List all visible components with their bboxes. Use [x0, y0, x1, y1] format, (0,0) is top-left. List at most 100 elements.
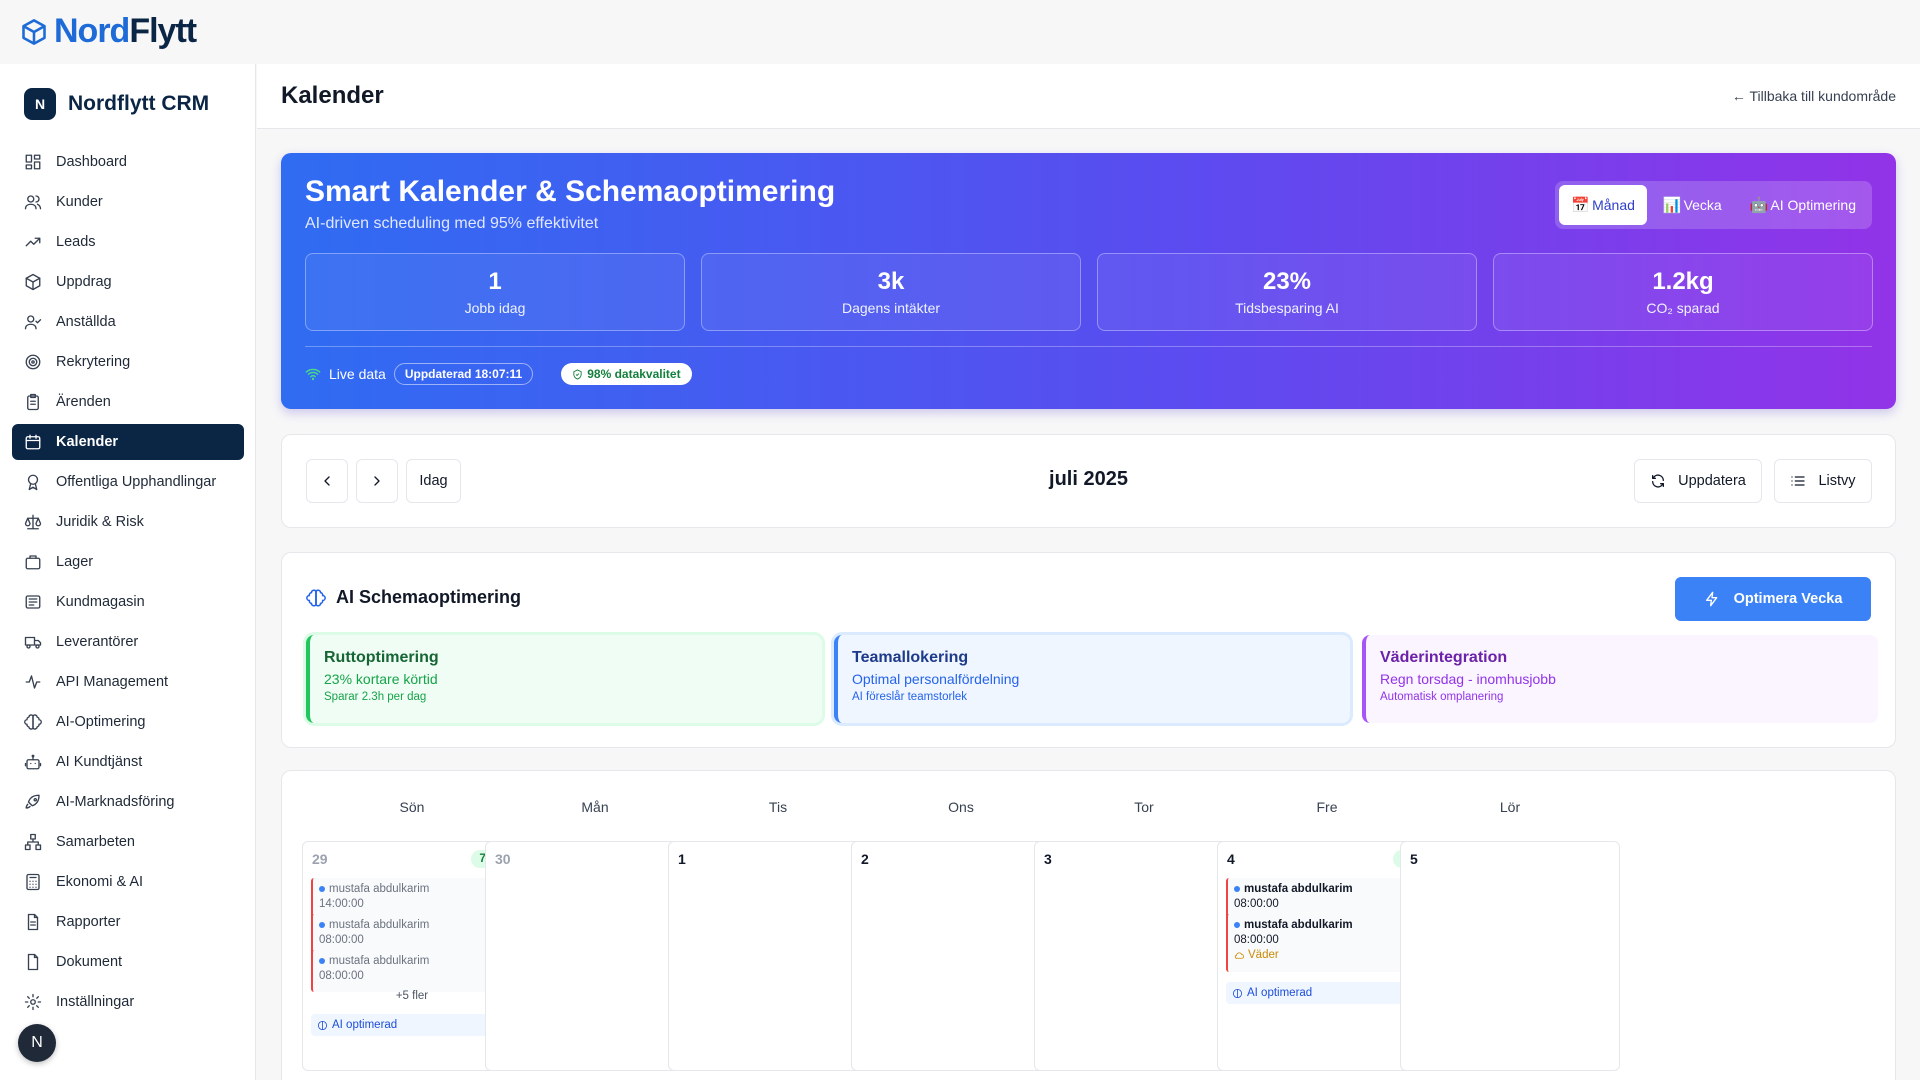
target-icon: [24, 353, 42, 371]
box-icon: [20, 18, 48, 46]
month-calendar: SönMånTisOnsTorFreLör29772kmustafa abdul…: [281, 770, 1896, 1080]
sidebar-item-label: Leverantörer: [56, 634, 139, 650]
sidebar-item-inställningar[interactable]: Inställningar: [12, 984, 244, 1020]
event-employee-name: mustafa abdulkarim: [1244, 883, 1353, 895]
ai-optimized-badge: AI optimerad: [1226, 982, 1428, 1004]
ai-optimized-label: AI optimerad: [1247, 987, 1313, 999]
sidebar-item-label: Offentliga Upphandlingar: [56, 474, 217, 490]
hero-title: Smart Kalender & Schemaoptimering: [305, 175, 836, 208]
sidebar-item-label: AI-Marknadsföring: [56, 794, 175, 810]
page-header: Kalender ← Tillbaka till kundområde: [257, 64, 1920, 129]
sidebar-item-label: Anställda: [56, 314, 116, 330]
sidebar-item-label: Inställningar: [56, 994, 135, 1010]
crm-title: Nordflytt CRM: [68, 92, 210, 115]
sidebar-item-offentliga-upphandlingar[interactable]: Offentliga Upphandlingar: [12, 464, 244, 500]
day-number: 29: [312, 851, 328, 867]
sidebar-item-uppdrag[interactable]: Uppdrag: [12, 264, 244, 300]
sidebar-item-api-management[interactable]: API Management: [12, 664, 244, 700]
stat-daily-revenue: 3k Dagens intäkter: [701, 253, 1081, 331]
event-employee-name: mustafa abdulkarim: [329, 919, 430, 931]
event-employee: mustafa abdulkarim: [1234, 883, 1422, 895]
sidebar-item-rapporter[interactable]: Rapporter: [12, 904, 244, 940]
sidebar-item-ai-marknadsföring[interactable]: AI-Marknadsföring: [12, 784, 244, 820]
network-icon: [24, 833, 42, 851]
sidebar-item-juridik-risk[interactable]: Juridik & Risk: [12, 504, 244, 540]
day-number: 3: [1044, 851, 1052, 867]
clipboard-icon: [24, 393, 42, 411]
stat-time-saving: 23% Tidsbesparing AI: [1097, 253, 1477, 331]
sidebar-item-ekonomi-ai[interactable]: Ekonomi & AI: [12, 864, 244, 900]
status-dot: [319, 958, 325, 964]
sidebar-header[interactable]: N Nordflytt CRM: [24, 88, 209, 120]
wifi-icon: [305, 366, 321, 382]
calendar-day-cell[interactable]: 5: [1400, 841, 1620, 1071]
calendar-event[interactable]: mustafa abdulkarim 08:00:00 Väder: [1226, 914, 1428, 972]
brand-name-part1: Nord: [54, 12, 130, 50]
user-check-icon: [24, 313, 42, 331]
brand-logo[interactable]: NordFlytt: [20, 12, 197, 51]
event-employee: mustafa abdulkarim: [319, 955, 507, 967]
sidebar-item-samarbeten[interactable]: Samarbeten: [12, 824, 244, 860]
refresh-icon: [1650, 473, 1666, 489]
sidebar-item-kunder[interactable]: Kunder: [12, 184, 244, 220]
sidebar-item-leads[interactable]: Leads: [12, 224, 244, 260]
sidebar-item-leverantörer[interactable]: Leverantörer: [12, 624, 244, 660]
shield-icon: [572, 368, 583, 380]
stat-jobs-today: 1 Jobb idag: [305, 253, 685, 331]
sidebar-item-label: Samarbeten: [56, 834, 135, 850]
sidebar-item-dashboard[interactable]: Dashboard: [12, 144, 244, 180]
rocket-icon: [24, 793, 42, 811]
view-week-button[interactable]: 📊 Vecka: [1651, 185, 1734, 225]
brand-name-part2: Flytt: [129, 12, 197, 50]
trending-up-icon: [24, 233, 42, 251]
route-optimization-tile[interactable]: Ruttoptimering 23% kortare körtid Sparar…: [306, 635, 822, 723]
newspaper-icon: [24, 593, 42, 611]
sidebar-item-ärenden[interactable]: Ärenden: [12, 384, 244, 420]
award-icon: [24, 473, 42, 491]
brand-bar: NordFlytt: [0, 0, 1920, 64]
ai-tiles: Ruttoptimering 23% kortare körtid Sparar…: [306, 635, 1878, 723]
sidebar-nav: Dashboard Kunder Leads Uppdrag Anställda Rekr…: [12, 144, 244, 1024]
crm-logo: N: [24, 88, 56, 120]
sidebar-item-dokument[interactable]: Dokument: [12, 944, 244, 980]
grid-icon: [24, 153, 42, 171]
sidebar-item-ai-optimering[interactable]: AI-Optimering: [12, 704, 244, 740]
brain-icon: [306, 588, 326, 608]
bot-icon: [24, 753, 42, 771]
sidebar-item-label: AI-Optimering: [56, 714, 146, 730]
refresh-button[interactable]: Uppdatera: [1634, 459, 1762, 503]
stat-co2-saved: 1.2kg CO₂ sparad: [1493, 253, 1873, 331]
view-toggle: 📅 Månad 📊 Vecka 🤖 AI Optimering: [1555, 181, 1872, 229]
calendar-event[interactable]: mustafa abdulkarim 08:00:00: [311, 950, 513, 992]
brain-icon: [24, 713, 42, 731]
sidebar-item-ai-kundtjänst[interactable]: AI Kundtjänst: [12, 744, 244, 780]
status-dot: [1234, 886, 1240, 892]
event-time: 08:00:00: [1234, 934, 1279, 946]
back-to-customer-link[interactable]: ← Tillbaka till kundområde: [1732, 88, 1896, 104]
brain-icon: [1232, 988, 1243, 999]
brain-icon: [317, 1020, 328, 1031]
event-employee: mustafa abdulkarim: [1234, 919, 1422, 931]
page-title: Kalender: [281, 82, 384, 109]
list-view-button[interactable]: Listvy: [1774, 459, 1872, 503]
sidebar-item-label: Kundmagasin: [56, 594, 145, 610]
cloud-icon: [1234, 950, 1245, 961]
briefcase-icon: [24, 553, 42, 571]
weather-integration-tile[interactable]: Väderintegration Regn torsdag - inomhusj…: [1362, 635, 1878, 723]
stats-row: 1 Jobb idag 3k Dagens intäkter 23% Tidsbesp…: [305, 253, 1873, 331]
sidebar-item-label: Rapporter: [56, 914, 121, 930]
list-icon: [1790, 473, 1806, 489]
view-month-button[interactable]: 📅 Månad: [1559, 185, 1647, 225]
avatar[interactable]: N: [18, 1024, 56, 1062]
event-employee-name: mustafa abdulkarim: [329, 883, 430, 895]
smart-calendar-hero: Smart Kalender & Schemaoptimering AI-dri…: [281, 153, 1896, 409]
sidebar-item-rekrytering[interactable]: Rekrytering: [12, 344, 244, 380]
event-employee-name: mustafa abdulkarim: [329, 955, 430, 967]
optimize-week-button[interactable]: Optimera Vecka: [1675, 577, 1871, 621]
sidebar-item-anställda[interactable]: Anställda: [12, 304, 244, 340]
sidebar-item-kalender[interactable]: Kalender: [12, 424, 244, 460]
sidebar-item-kundmagasin[interactable]: Kundmagasin: [12, 584, 244, 620]
sidebar-item-lager[interactable]: Lager: [12, 544, 244, 580]
view-ai-optimization-button[interactable]: 🤖 AI Optimering: [1738, 185, 1868, 225]
team-allocation-tile[interactable]: Teamallokering Optimal personalfördelnin…: [834, 635, 1350, 723]
